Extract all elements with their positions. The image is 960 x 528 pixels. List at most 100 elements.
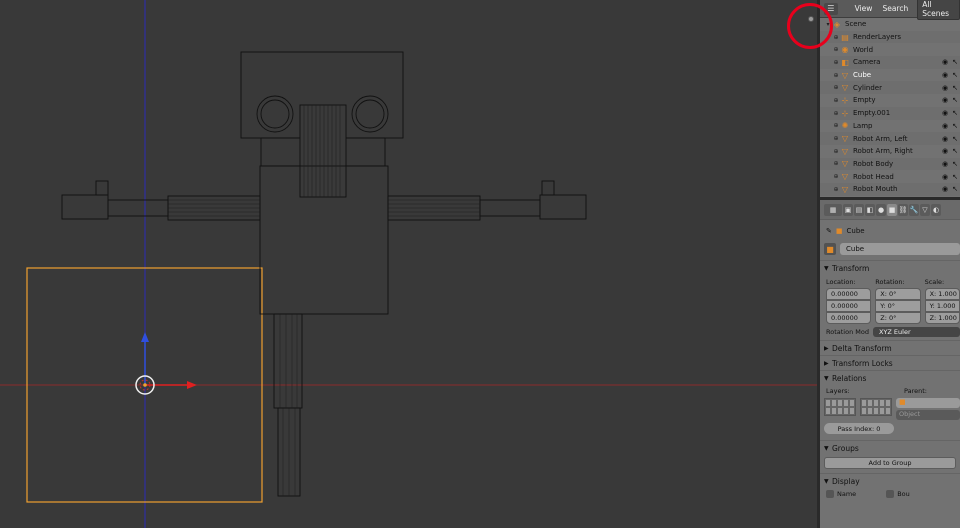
outliner-row[interactable]: ⊕ ⊹ Empty.001 ◉ ↖: [820, 106, 960, 120]
pass-index-field[interactable]: Pass Index: 0: [824, 423, 894, 434]
robot-mouth: [299, 104, 347, 198]
eye-icon[interactable]: ◉: [942, 147, 948, 155]
bounds-checkbox[interactable]: Bou: [886, 490, 910, 498]
display-options: Name Bou: [820, 490, 960, 498]
rotation-label: Rotation:: [875, 277, 905, 286]
3d-viewport[interactable]: [0, 0, 817, 528]
cursor-select-icon[interactable]: ↖: [952, 185, 958, 193]
cursor-select-icon[interactable]: ↖: [952, 160, 958, 168]
outliner-row[interactable]: ⊕ ⊹ Empty ◉ ↖: [820, 94, 960, 107]
expand-toggle-icon[interactable]: ⊕: [832, 58, 840, 66]
eye-icon[interactable]: ◉: [942, 135, 948, 143]
outliner-row[interactable]: ⊕ ▽ Robot Arm, Right ◉ ↖: [820, 145, 960, 158]
eye-icon[interactable]: ◉: [942, 160, 948, 168]
cursor-select-icon[interactable]: ↖: [952, 96, 958, 104]
outliner-row[interactable]: ⊕ ▽ Cube ◉ ↖: [820, 69, 960, 82]
outliner-header: ☰ View Search All Scenes: [820, 0, 960, 20]
expand-toggle-icon[interactable]: ⊕: [832, 185, 840, 193]
add-to-group-button[interactable]: Add to Group: [824, 457, 956, 469]
panel-delta-transform[interactable]: ▶ Delta Transform: [820, 340, 960, 355]
data-tab-icon[interactable]: ▽: [920, 203, 930, 216]
scene-tab-icon[interactable]: ◧: [865, 203, 875, 216]
expand-toggle-icon[interactable]: ⊕: [832, 173, 840, 181]
eye-icon[interactable]: ◉: [942, 58, 948, 66]
render-layers-tab-icon[interactable]: ▤: [854, 203, 864, 216]
constraints-tab-icon[interactable]: ⛓: [898, 203, 908, 216]
object-icon: ■: [835, 227, 843, 235]
object-name-field[interactable]: Cube: [840, 243, 960, 255]
outliner-row[interactable]: ⊕ ◉ World: [820, 43, 960, 56]
outliner-row[interactable]: ⊕ ◧ Camera ◉ ↖: [820, 56, 960, 69]
cursor-select-icon[interactable]: ↖: [952, 147, 958, 155]
panel-display[interactable]: ▼ Display: [820, 473, 960, 488]
object-type-icon[interactable]: ■: [824, 243, 836, 255]
expand-toggle-icon[interactable]: ⊕: [832, 46, 840, 54]
outliner-row-label: Robot Mouth: [853, 185, 898, 194]
expand-toggle-icon[interactable]: ⊕: [832, 33, 840, 41]
layer-grid-right[interactable]: [860, 398, 892, 416]
eye-icon[interactable]: ◉: [942, 71, 948, 79]
expand-toggle-icon[interactable]: ⊕: [832, 160, 840, 168]
parent-type-select[interactable]: Object: [896, 410, 960, 420]
outliner-row-label: Empty.001: [853, 109, 891, 118]
outliner-row[interactable]: ▾ ◈ Scene: [820, 18, 960, 31]
modifiers-tab-icon[interactable]: 🔧: [909, 203, 919, 216]
eye-icon[interactable]: ◉: [942, 109, 948, 117]
cursor-select-icon[interactable]: ↖: [952, 71, 958, 79]
display-mode-select[interactable]: All Scenes: [917, 0, 960, 20]
expand-toggle-icon[interactable]: ⊕: [832, 147, 840, 155]
pin-icon[interactable]: ✎: [826, 227, 832, 235]
eye-icon[interactable]: ◉: [942, 185, 948, 193]
eye-icon[interactable]: ◉: [942, 84, 948, 92]
rotation-x-field[interactable]: X: 0°: [875, 288, 921, 300]
object-tab-icon[interactable]: ■: [887, 203, 897, 216]
name-checkbox[interactable]: Name: [826, 490, 856, 498]
expand-toggle-icon[interactable]: ⊕: [832, 84, 840, 92]
cursor-select-icon[interactable]: ↖: [952, 122, 958, 130]
parent-field[interactable]: ■: [896, 398, 960, 408]
view-menu[interactable]: View: [852, 4, 876, 13]
scale-x-field[interactable]: X: 1.000: [924, 288, 960, 300]
scale-z-field[interactable]: Z: 1.000: [924, 312, 960, 324]
cursor-select-icon[interactable]: ↖: [952, 135, 958, 143]
outliner-row[interactable]: ⊕ ▽ Robot Body ◉ ↖: [820, 157, 960, 171]
panel-transform-locks[interactable]: ▶ Transform Locks: [820, 355, 960, 370]
editor-type-icon[interactable]: ▦: [824, 203, 842, 216]
cursor-select-icon[interactable]: ↖: [952, 173, 958, 181]
expand-toggle-icon[interactable]: ⊕: [832, 96, 840, 104]
location-z-field[interactable]: 0.00000: [826, 312, 872, 324]
eye-icon[interactable]: ◉: [942, 96, 948, 104]
location-x-field[interactable]: 0.00000: [826, 288, 872, 300]
outliner-row[interactable]: ⊕ ▽ Robot Mouth ◉ ↖: [820, 182, 960, 196]
mesh-icon: ▽: [841, 159, 849, 169]
world-tab-icon[interactable]: ●: [876, 203, 886, 216]
panel-relations[interactable]: ▼ Relations: [820, 370, 960, 385]
location-y-field[interactable]: 0.00000: [826, 300, 872, 312]
search-menu[interactable]: Search: [879, 4, 911, 13]
rotation-z-field[interactable]: Z: 0°: [875, 312, 921, 324]
cursor-select-icon[interactable]: ↖: [952, 84, 958, 92]
outliner-row[interactable]: ⊕ ▤ RenderLayers: [820, 30, 960, 44]
expand-toggle-icon[interactable]: ⊕: [832, 122, 840, 130]
cursor-select-icon[interactable]: ↖: [952, 109, 958, 117]
outliner-row[interactable]: ⊕ ▽ Robot Arm, Left ◉ ↖: [820, 132, 960, 145]
rotation-mode-select[interactable]: XYZ Euler: [872, 327, 960, 337]
expand-triangle-icon: ▼: [824, 264, 829, 272]
eye-icon[interactable]: ◉: [942, 122, 948, 130]
expand-toggle-icon[interactable]: ⊕: [832, 71, 840, 79]
expand-toggle-icon[interactable]: ⊕: [832, 135, 840, 143]
expand-toggle-icon[interactable]: ⊕: [832, 109, 840, 117]
outliner-row[interactable]: ⊕ ✺ Lamp ◉ ↖: [820, 120, 960, 133]
panel-groups[interactable]: ▼ Groups: [820, 440, 960, 455]
render-tab-icon[interactable]: ▣: [843, 203, 853, 216]
cursor-select-icon[interactable]: ↖: [952, 58, 958, 66]
outliner-row[interactable]: ⊕ ▽ Robot Head ◉ ↖: [820, 170, 960, 183]
panel-transform[interactable]: ▼ Transform: [820, 260, 960, 275]
scale-y-field[interactable]: Y: 1.000: [924, 300, 960, 312]
viewport-canvas[interactable]: [0, 0, 817, 528]
outliner-row[interactable]: ⊕ ▽ Cylinder ◉ ↖: [820, 81, 960, 95]
material-tab-icon[interactable]: ◐: [931, 203, 941, 216]
eye-icon[interactable]: ◉: [942, 173, 948, 181]
layer-grid-left[interactable]: [824, 398, 856, 416]
rotation-y-field[interactable]: Y: 0°: [875, 300, 921, 312]
